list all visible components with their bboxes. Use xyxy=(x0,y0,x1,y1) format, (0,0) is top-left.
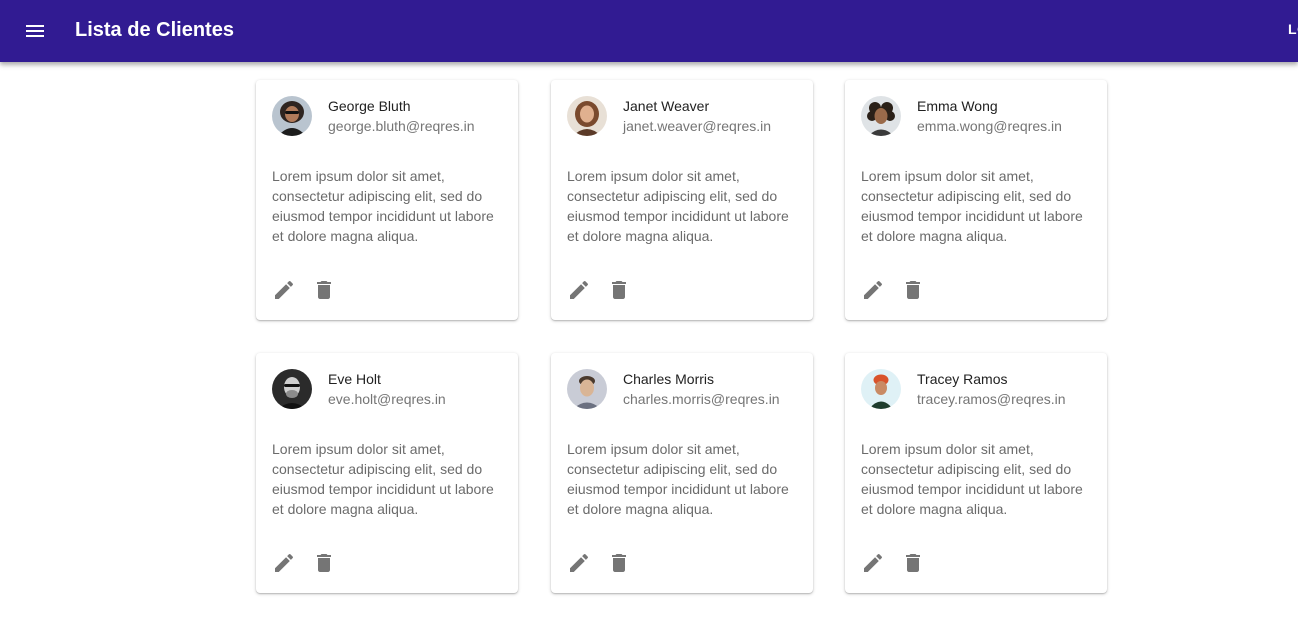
avatar xyxy=(567,96,607,136)
delete-button[interactable] xyxy=(310,549,338,577)
client-description: Lorem ipsum dolor sit amet, consectetur … xyxy=(861,168,1083,244)
trash-icon xyxy=(317,281,331,299)
client-email: eve.holt@reqres.in xyxy=(328,391,446,407)
client-name: Tracey Ramos xyxy=(917,371,1008,387)
trash-icon xyxy=(317,554,331,572)
client-card: Charles Morris charles.morris@reqres.in … xyxy=(551,353,813,593)
client-card: George Bluth george.bluth@reqres.in Lore… xyxy=(256,80,518,320)
menu-button[interactable] xyxy=(17,13,53,49)
edit-button[interactable] xyxy=(270,549,298,577)
pencil-icon xyxy=(864,553,883,572)
pencil-icon xyxy=(275,553,294,572)
client-description: Lorem ipsum dolor sit amet, consectetur … xyxy=(272,168,494,244)
pencil-icon xyxy=(570,280,589,299)
edit-button[interactable] xyxy=(270,276,298,304)
app-bar: Lista de Clientes LOGIN xyxy=(0,0,1298,62)
client-description: Lorem ipsum dolor sit amet, consectetur … xyxy=(861,441,1083,517)
client-description: Lorem ipsum dolor sit amet, consectetur … xyxy=(272,441,494,517)
client-name: Emma Wong xyxy=(917,98,998,114)
menu-icon xyxy=(26,25,44,37)
client-description: Lorem ipsum dolor sit amet, consectetur … xyxy=(567,441,789,517)
app-title: Lista de Clientes xyxy=(75,19,234,41)
edit-button[interactable] xyxy=(565,276,593,304)
client-email: charles.morris@reqres.in xyxy=(623,391,780,407)
client-email: janet.weaver@reqres.in xyxy=(623,118,772,134)
avatar xyxy=(272,96,312,136)
trash-icon xyxy=(906,554,920,572)
client-card: Eve Holt eve.holt@reqres.in Lorem ipsum … xyxy=(256,353,518,593)
delete-button[interactable] xyxy=(605,549,633,577)
login-button[interactable]: LOGIN xyxy=(1288,19,1298,39)
client-name: Janet Weaver xyxy=(623,98,710,114)
client-description: Lorem ipsum dolor sit amet, consectetur … xyxy=(567,168,789,244)
avatar xyxy=(567,369,607,409)
client-name: George Bluth xyxy=(328,98,411,114)
trash-icon xyxy=(612,281,626,299)
delete-button[interactable] xyxy=(899,549,927,577)
client-email: emma.wong@reqres.in xyxy=(917,118,1062,134)
delete-button[interactable] xyxy=(605,276,633,304)
client-email: george.bluth@reqres.in xyxy=(328,118,475,134)
client-card: Emma Wong emma.wong@reqres.in Lorem ipsu… xyxy=(845,80,1107,320)
client-email: tracey.ramos@reqres.in xyxy=(917,391,1066,407)
avatar xyxy=(272,369,312,409)
client-list: George Bluth george.bluth@reqres.in Lore… xyxy=(0,62,1298,621)
delete-button[interactable] xyxy=(899,276,927,304)
pencil-icon xyxy=(275,280,294,299)
client-card: Tracey Ramos tracey.ramos@reqres.in Lore… xyxy=(845,353,1107,593)
trash-icon xyxy=(906,281,920,299)
edit-button[interactable] xyxy=(565,549,593,577)
pencil-icon xyxy=(864,280,883,299)
trash-icon xyxy=(612,554,626,572)
pencil-icon xyxy=(570,553,589,572)
client-card: Janet Weaver janet.weaver@reqres.in Lore… xyxy=(551,80,813,320)
edit-button[interactable] xyxy=(859,549,887,577)
client-name: Charles Morris xyxy=(623,371,715,387)
avatar xyxy=(861,96,901,136)
edit-button[interactable] xyxy=(859,276,887,304)
avatar xyxy=(861,369,901,409)
delete-button[interactable] xyxy=(310,276,338,304)
client-name: Eve Holt xyxy=(328,371,381,387)
